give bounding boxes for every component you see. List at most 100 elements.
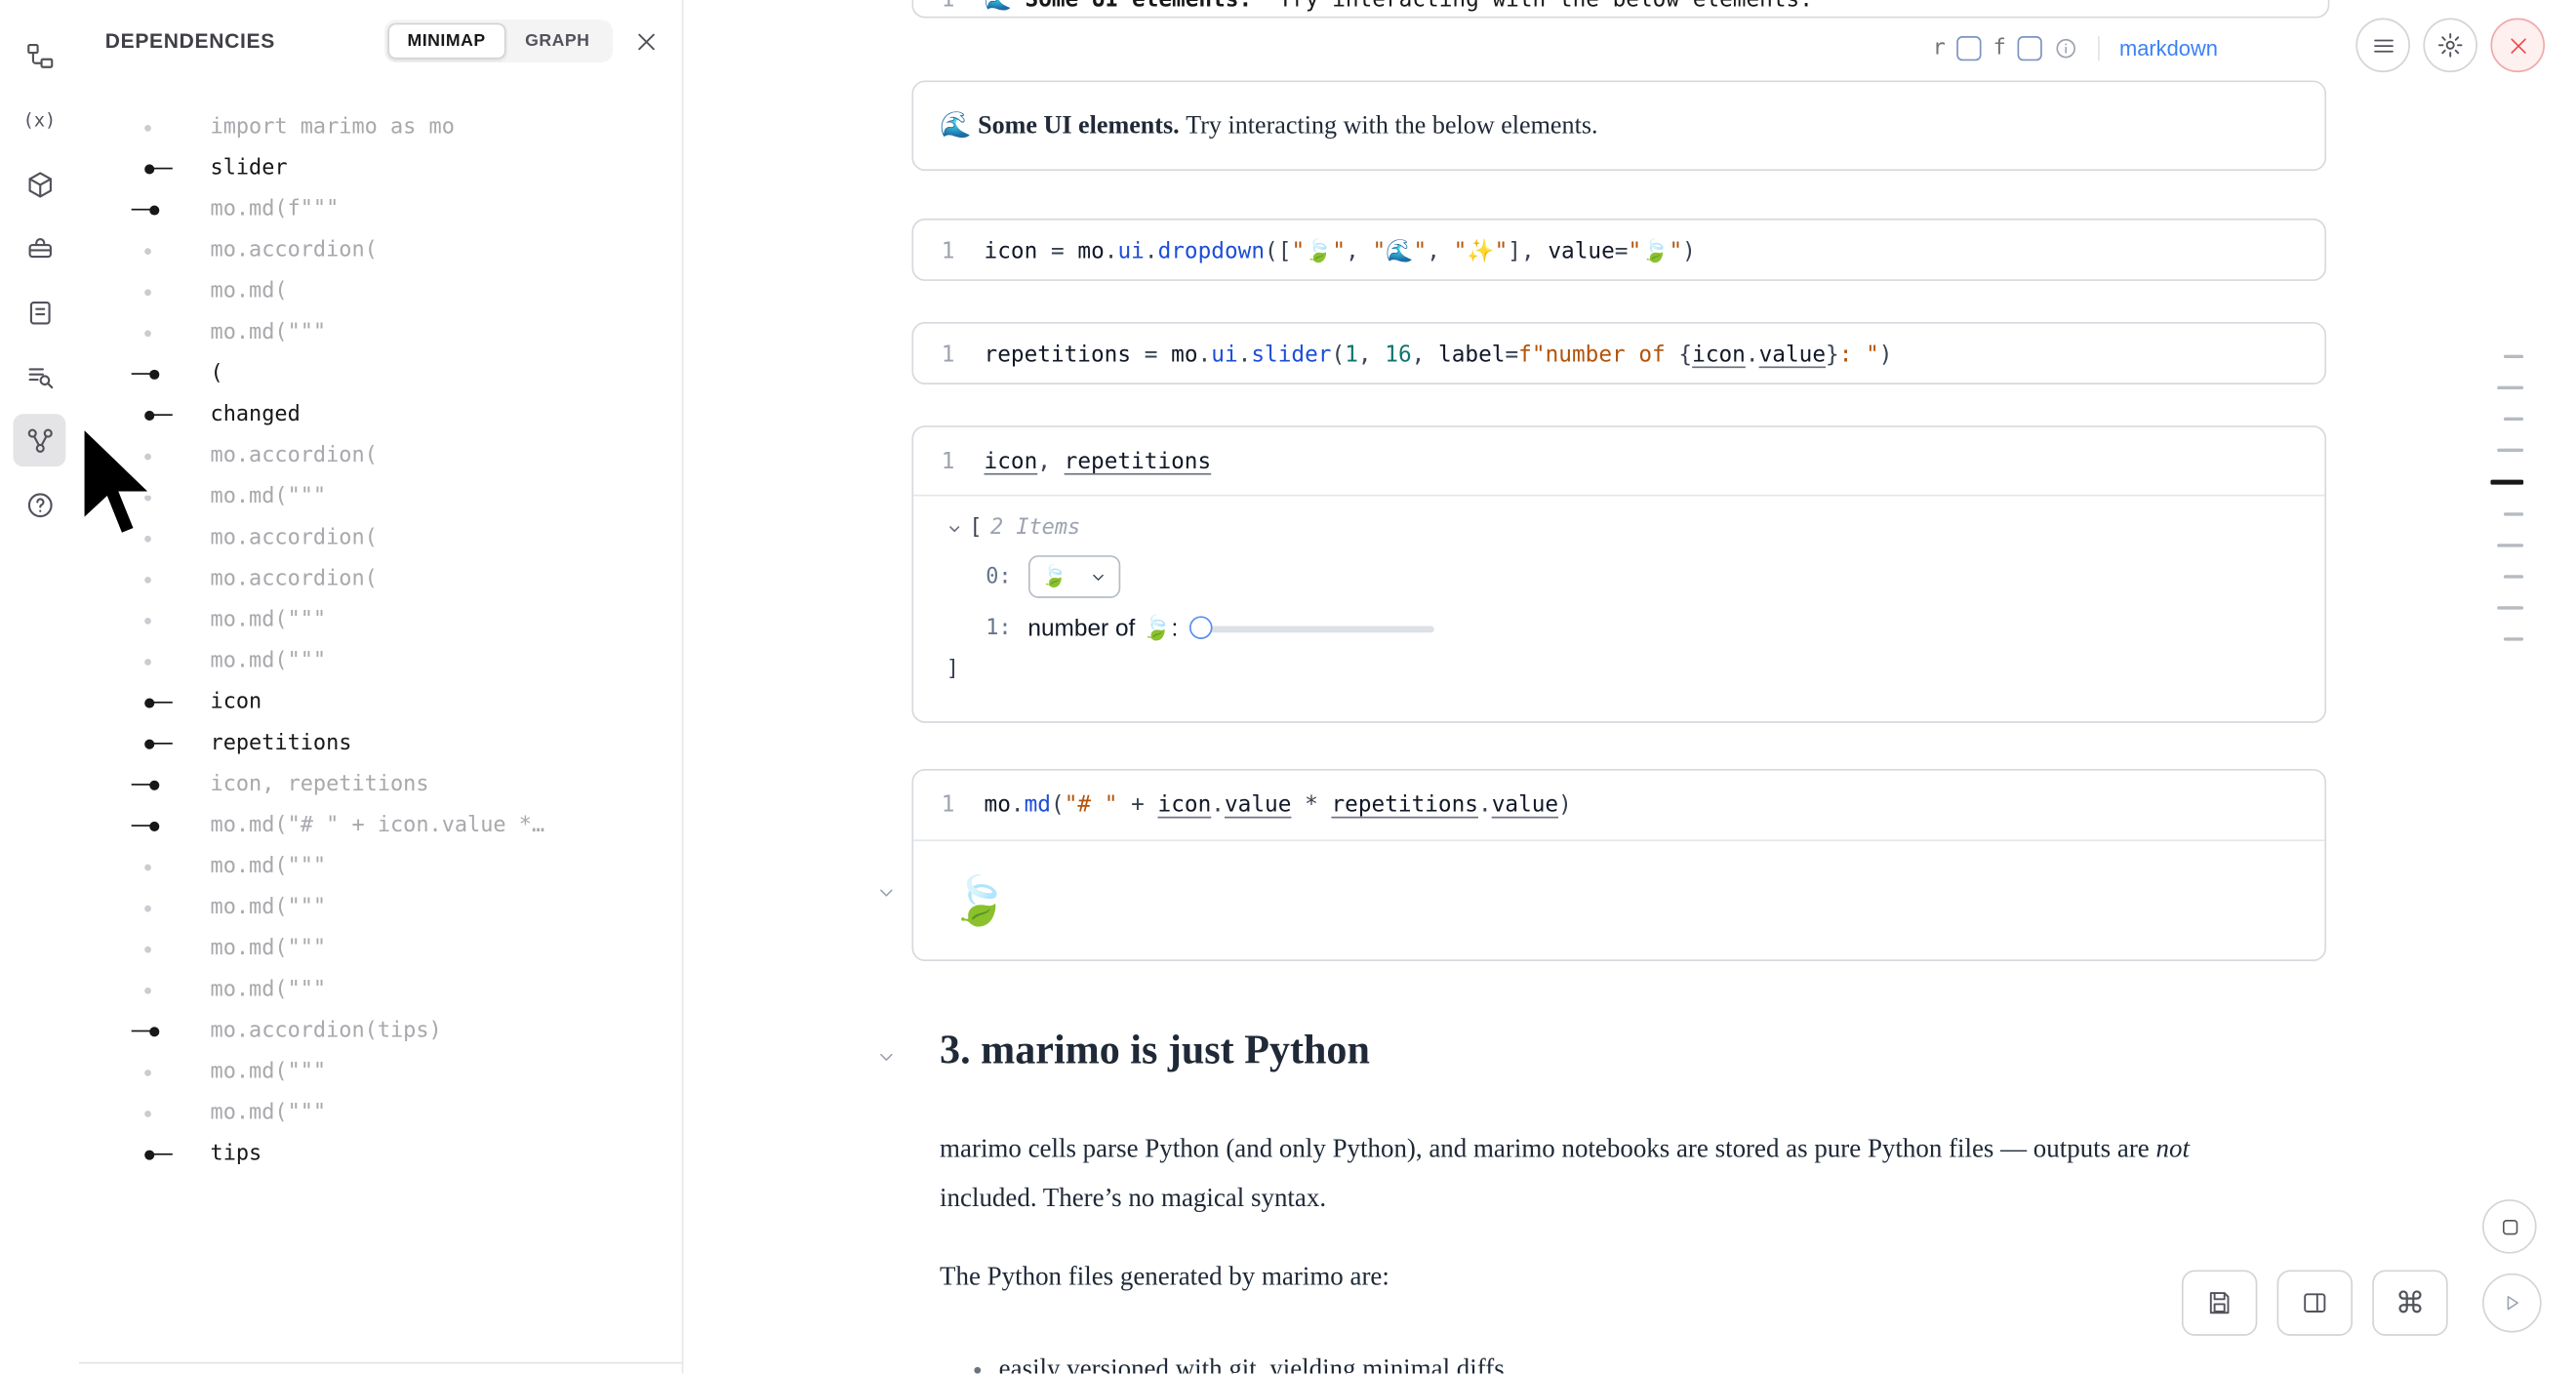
cell-map-line[interactable] [2504, 512, 2523, 515]
cell-map-line[interactable] [2504, 355, 2523, 358]
tab-graph[interactable]: GRAPH [505, 23, 610, 60]
square-icon [2498, 1215, 2521, 1238]
tab-minimap[interactable]: MINIMAP [387, 23, 505, 60]
cell-map-line[interactable] [2504, 418, 2523, 421]
dep-row[interactable]: mo.md(""" [79, 476, 682, 517]
dep-marker-dot [128, 860, 183, 872]
dep-row[interactable]: mo.md(""" [79, 887, 682, 928]
dep-row[interactable]: mo.md(""" [79, 641, 682, 682]
dep-row[interactable]: mo.md(""" [79, 846, 682, 887]
cell-map-line[interactable] [2497, 606, 2523, 609]
reactive-checkbox[interactable] [1957, 35, 1982, 60]
help-button[interactable] [13, 478, 65, 531]
dep-row[interactable]: mo.accordion( [79, 230, 682, 271]
code-editor[interactable]: 1 icon, repetitions [913, 427, 2324, 497]
dep-row[interactable]: mo.md(""" [79, 928, 682, 969]
dep-row[interactable]: import marimo as mo [79, 106, 682, 147]
format-checkbox[interactable] [2018, 35, 2042, 60]
dep-label: import marimo as mo [211, 115, 455, 140]
cell-map-line[interactable] [2504, 637, 2523, 640]
code-line: icon, repetitions [985, 448, 1212, 474]
dep-marker-ref [128, 203, 183, 216]
emoji-output: 🍃 [913, 841, 2324, 963]
dep-row[interactable]: mo.accordion( [79, 558, 682, 599]
layout-button[interactable] [2277, 1270, 2353, 1335]
dep-row[interactable]: mo.accordion(tips) [79, 1010, 682, 1051]
code-editor[interactable]: 1 repetitions = mo.ui.slider(1, 16, labe… [913, 324, 2324, 386]
dep-marker-dot [128, 984, 183, 996]
dep-row[interactable]: tips [79, 1134, 682, 1175]
snippets-button[interactable] [13, 222, 65, 274]
dep-label: tips [211, 1142, 262, 1166]
dep-row[interactable]: mo.md(""" [79, 600, 682, 641]
cell-map-line[interactable] [2504, 575, 2523, 578]
dep-row[interactable]: slider [79, 148, 682, 189]
info-icon [2054, 35, 2078, 60]
cell-map-line[interactable] [2497, 386, 2523, 389]
gear-icon [2436, 31, 2465, 60]
save-button[interactable] [2182, 1270, 2257, 1335]
open-bracket: [ [969, 516, 982, 541]
code-editor[interactable]: 1 icon = mo.ui.dropdown(["🍃", "🌊", "✨"],… [913, 221, 2324, 283]
app-window: (x) DEPENDENCIES [0, 0, 2576, 1374]
menu-button[interactable] [2355, 19, 2410, 73]
dep-row[interactable]: mo.accordion( [79, 435, 682, 476]
cell-map-line[interactable] [2490, 480, 2523, 485]
dep-row[interactable]: mo.md(""" [79, 1093, 682, 1134]
documentation-button[interactable] [13, 286, 65, 339]
language-toggle[interactable]: markdown [2119, 35, 2218, 60]
paragraph-2: The Python files generated by marimo are… [940, 1254, 2264, 1304]
dep-marker-dot [128, 573, 183, 586]
bullet-item: easily versioned with git, yielding mini… [999, 1346, 2264, 1374]
dep-row[interactable]: ( [79, 353, 682, 394]
dropdown-widget[interactable]: 🍃 [1027, 555, 1119, 598]
dep-label: mo.md(f""" [211, 197, 340, 222]
dep-label: slider [211, 156, 288, 181]
file-explorer-button[interactable] [13, 29, 65, 82]
dep-marker-dot [128, 449, 183, 462]
dep-row[interactable]: mo.md(f""" [79, 189, 682, 230]
dep-row[interactable]: icon [79, 682, 682, 723]
dep-marker-def [128, 162, 183, 175]
tree-collapse-button[interactable] [946, 520, 963, 537]
save-disk-icon [2204, 1288, 2234, 1317]
code-editor[interactable]: 1 mo.md("# " + icon.value * repetitions.… [913, 771, 2324, 841]
dep-row[interactable]: icon, repetitions [79, 764, 682, 805]
slider-widget[interactable] [1191, 626, 1434, 632]
cell-map-line[interactable] [2497, 544, 2523, 546]
cell-collapse-button[interactable] [875, 882, 897, 904]
packages-button[interactable] [13, 158, 65, 211]
section-collapse-button[interactable] [875, 1046, 897, 1068]
code-line: repetitions = mo.ui.slider(1, 16, label=… [985, 342, 1893, 368]
clipped-code-editor[interactable]: 1 🌊 Some UI elements. Try interacting wi… [911, 0, 2329, 19]
dep-marker-def [128, 737, 183, 749]
dep-row[interactable]: mo.md(""" [79, 969, 682, 1010]
settings-button[interactable] [2423, 19, 2477, 73]
shutdown-button[interactable] [2490, 19, 2545, 73]
slider-label: number of 🍃: [1027, 615, 1178, 643]
dep-label: mo.accordion(tips) [211, 1019, 442, 1043]
tree-index-0: 0: [986, 564, 1011, 588]
dep-row[interactable]: mo.md(""" [79, 312, 682, 353]
slider-thumb[interactable] [1189, 616, 1213, 639]
chevron-down-icon [875, 882, 897, 904]
close-panel-button[interactable] [634, 28, 659, 53]
line-number: 1 [942, 448, 985, 474]
dep-marker-dot [128, 532, 183, 545]
dep-row[interactable]: mo.md("# " + icon.value *… [79, 805, 682, 846]
logs-button[interactable] [13, 350, 65, 403]
dep-row[interactable]: changed [79, 394, 682, 435]
info-button[interactable] [2054, 35, 2078, 60]
dep-row[interactable]: mo.accordion( [79, 517, 682, 558]
dep-row[interactable]: mo.md(""" [79, 1052, 682, 1093]
variables-button[interactable]: (x) [13, 94, 65, 146]
cell-map-line[interactable] [2497, 449, 2523, 452]
scratchpad-button[interactable] [2482, 1199, 2537, 1254]
cell-config-toolbar: r f markdown [1933, 28, 2218, 67]
keyboard-shortcuts-button[interactable]: ⌘ [2372, 1270, 2447, 1335]
run-button[interactable] [2482, 1273, 2542, 1333]
dep-row[interactable]: mo.md( [79, 271, 682, 312]
dep-row[interactable]: repetitions [79, 723, 682, 764]
md-rest: Try interacting with the below elements. [1180, 111, 1598, 141]
dependencies-button[interactable] [13, 414, 65, 466]
